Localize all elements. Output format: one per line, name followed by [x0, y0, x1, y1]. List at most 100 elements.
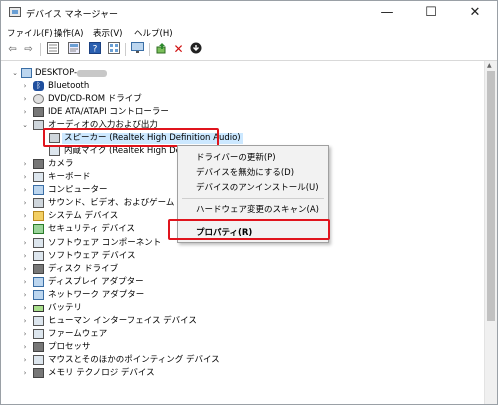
help-icon[interactable]: ?: [87, 42, 102, 57]
processor-icon: [33, 342, 44, 352]
view-icon[interactable]: [45, 42, 60, 57]
menu-item-uninstall-device[interactable]: デバイスのアンインストール(U): [196, 181, 319, 193]
software-component-icon: [33, 238, 44, 248]
tree-item-label: プロセッサ: [48, 342, 91, 352]
expand-chevron-icon[interactable]: ›: [21, 224, 29, 235]
update-driver-icon[interactable]: [154, 42, 169, 57]
tree-item-label: ファームウェア: [48, 329, 108, 339]
expand-chevron-icon[interactable]: ›: [21, 303, 29, 314]
scroll-up-icon[interactable]: ▲: [487, 62, 492, 69]
tree-item-label: ネットワーク アダプター: [48, 290, 145, 300]
expand-chevron-icon[interactable]: ›: [21, 238, 29, 249]
software-device-icon: [33, 251, 44, 261]
tree-root-label: DESKTOP-: [35, 68, 78, 78]
tree-item-disk-drives[interactable]: › ディスク ドライブ: [1, 263, 471, 276]
expand-chevron-icon[interactable]: ›: [21, 211, 29, 222]
menu-help[interactable]: ヘルプ(H): [134, 27, 173, 39]
device-manager-icon: [9, 7, 21, 17]
tree-item-battery[interactable]: › バッテリ: [1, 302, 471, 315]
title-bar[interactable]: デバイス マネージャー — ☐ ✕: [1, 1, 497, 25]
sound-icon: [33, 198, 44, 208]
tree-item-label: システム デバイス: [48, 211, 119, 221]
minimize-button[interactable]: —: [365, 1, 409, 25]
tree-item-firmware[interactable]: › ファームウェア: [1, 328, 471, 341]
tree-item-bluetooth[interactable]: › ᛒ Bluetooth: [1, 80, 471, 93]
menu-item-scan-hardware[interactable]: ハードウェア変更のスキャン(A): [196, 203, 319, 215]
menu-item-update-driver[interactable]: ドライバーの更新(P): [196, 151, 276, 163]
expand-chevron-icon[interactable]: ›: [21, 172, 29, 183]
disk-drive-icon: [33, 264, 44, 274]
expand-chevron-icon[interactable]: ›: [21, 81, 29, 92]
expand-chevron-icon[interactable]: ›: [21, 368, 29, 379]
tree-item-label: マウスとそのほかのポインティング デバイス: [48, 355, 220, 365]
camera-icon: [33, 159, 44, 169]
hid-icon: [33, 316, 44, 326]
tree-item-hid[interactable]: › ヒューマン インターフェイス デバイス: [1, 315, 471, 328]
menu-action[interactable]: 操作(A): [54, 27, 83, 39]
properties-icon[interactable]: [66, 42, 81, 57]
tree-item-processor[interactable]: › プロセッサ: [1, 341, 471, 354]
toolbar: ⇦ ⇨ ? ✕: [1, 41, 497, 58]
computer-root-icon: [21, 68, 32, 78]
monitor-icon[interactable]: [130, 42, 145, 57]
computer-icon: [33, 185, 44, 195]
scrollbar-thumb[interactable]: [487, 71, 495, 321]
bluetooth-icon: ᛒ: [33, 81, 44, 91]
ide-controller-icon: [33, 107, 44, 117]
expand-chevron-icon[interactable]: ›: [21, 94, 29, 105]
microphone-icon: [49, 146, 60, 156]
tree-item-label: メモリ テクノロジ デバイス: [48, 368, 155, 378]
expand-chevron-icon[interactable]: ›: [21, 277, 29, 288]
expand-chevron-icon[interactable]: ›: [21, 355, 29, 366]
uninstall-icon[interactable]: ✕: [171, 42, 186, 57]
tree-item-network-adapters[interactable]: › ネットワーク アダプター: [1, 289, 471, 302]
expand-chevron-icon[interactable]: ›: [21, 251, 29, 262]
collapse-chevron-icon[interactable]: ⌄: [21, 120, 29, 131]
tree-item-ide[interactable]: › IDE ATA/ATAPI コントローラー: [1, 106, 471, 119]
back-icon[interactable]: ⇦: [5, 42, 20, 57]
mouse-icon: [33, 355, 44, 365]
tree-item-label: ディスプレイ アダプター: [48, 277, 144, 287]
maximize-button[interactable]: ☐: [409, 1, 453, 25]
tree-item-label: ヒューマン インターフェイス デバイス: [48, 316, 197, 326]
expand-chevron-icon[interactable]: ›: [21, 159, 29, 170]
expand-chevron-icon[interactable]: ›: [21, 342, 29, 353]
tree-item-software-devices[interactable]: › ソフトウェア デバイス: [1, 250, 471, 263]
system-devices-icon: [33, 211, 44, 221]
expand-chevron-icon[interactable]: ›: [21, 329, 29, 340]
tree-item-mouse[interactable]: › マウスとそのほかのポインティング デバイス: [1, 354, 471, 367]
expand-chevron-icon[interactable]: ›: [21, 198, 29, 209]
menu-file[interactable]: ファイル(F): [7, 27, 53, 39]
tree-item-label: ソフトウェア デバイス: [48, 251, 136, 261]
tree-item-label: キーボード: [48, 172, 91, 182]
security-device-icon: [33, 224, 44, 234]
disc-drive-icon: [33, 94, 44, 104]
tree-item-display-adapters[interactable]: › ディスプレイ アダプター: [1, 276, 471, 289]
display-adapter-icon: [33, 277, 44, 287]
redacted-name: [77, 70, 107, 77]
vertical-scrollbar[interactable]: ▲: [484, 61, 497, 404]
expand-chevron-icon[interactable]: ›: [21, 185, 29, 196]
tree-item-label: コンピューター: [48, 185, 108, 195]
collapse-chevron-icon[interactable]: ⌄: [11, 68, 19, 79]
expand-chevron-icon[interactable]: ›: [21, 264, 29, 275]
tree-root[interactable]: ⌄ DESKTOP-: [1, 67, 471, 80]
tree-item-label: Bluetooth: [48, 81, 90, 91]
expand-chevron-icon[interactable]: ›: [21, 107, 29, 118]
close-button[interactable]: ✕: [453, 1, 497, 25]
device-manager-window: デバイス マネージャー — ☐ ✕ ファイル(F) 操作(A) 表示(V) ヘル…: [0, 0, 498, 405]
toolbar-separator: [125, 43, 126, 56]
forward-icon[interactable]: ⇨: [21, 42, 36, 57]
menu-view[interactable]: 表示(V): [93, 27, 122, 39]
battery-icon: [33, 305, 44, 312]
expand-chevron-icon[interactable]: ›: [21, 316, 29, 327]
tree-item-memory-tech[interactable]: › メモリ テクノロジ デバイス: [1, 367, 471, 380]
svg-text:?: ?: [92, 45, 97, 55]
menu-separator: [182, 198, 324, 199]
menu-item-disable-device[interactable]: デバイスを無効にする(D): [196, 166, 294, 178]
download-icon[interactable]: [188, 42, 203, 57]
details-icon[interactable]: [106, 42, 121, 57]
tree-item-label: ソフトウェア コンポーネント: [48, 238, 162, 248]
tree-item-dvd[interactable]: › DVD/CD-ROM ドライブ: [1, 93, 471, 106]
expand-chevron-icon[interactable]: ›: [21, 290, 29, 301]
